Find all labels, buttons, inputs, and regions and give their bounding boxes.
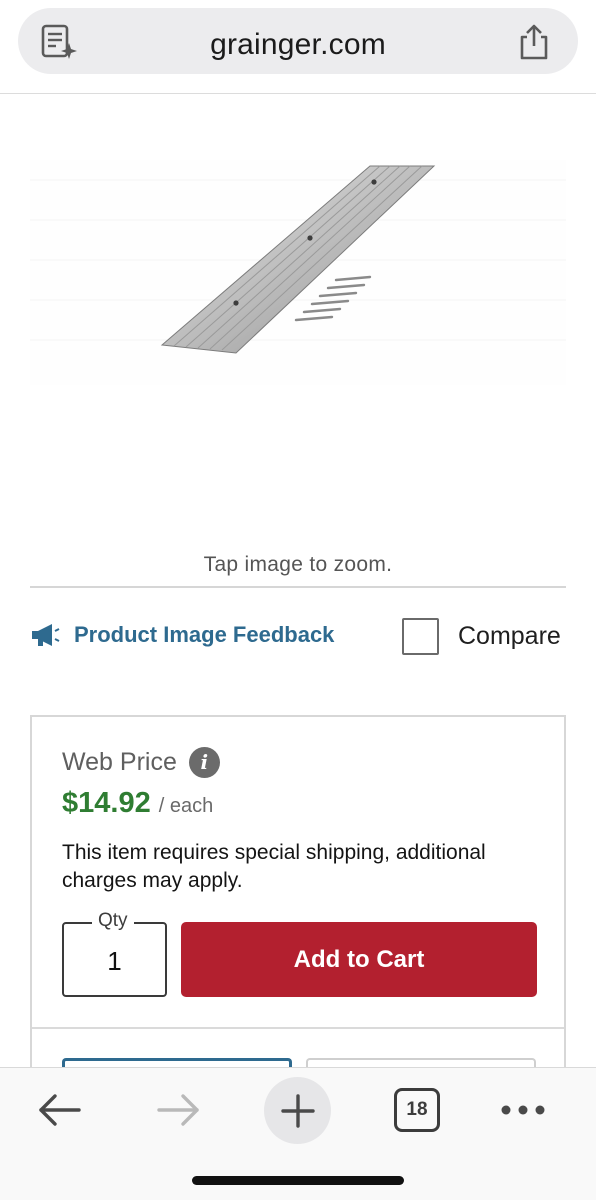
zoom-hint: Tap image to zoom. — [203, 553, 393, 576]
address-bar[interactable]: grainger.com — [18, 8, 578, 74]
price-row: $14.92 / each — [62, 787, 213, 820]
product-image[interactable] — [30, 160, 566, 385]
tabs-icon[interactable]: 18 — [394, 1088, 440, 1132]
compare-label[interactable]: Compare — [458, 622, 561, 651]
shipping-note: This item requires special shipping, add… — [62, 841, 486, 892]
add-to-cart-button[interactable]: Add to Cart — [181, 922, 537, 997]
price-unit: / each — [158, 795, 214, 817]
web-price-row: Web Price i — [62, 747, 220, 778]
new-tab-button[interactable] — [264, 1077, 331, 1144]
quantity-value[interactable]: 1 — [64, 946, 165, 977]
info-icon[interactable]: i — [188, 747, 220, 778]
forward-button[interactable] — [154, 1088, 204, 1132]
share-icon[interactable] — [516, 23, 552, 61]
web-price-label: Web Price — [62, 748, 177, 776]
home-indicator — [192, 1176, 404, 1185]
quantity-label: Qty — [92, 910, 134, 932]
product-image-feedback-link[interactable]: Product Image Feedback — [30, 620, 334, 650]
megaphone-icon — [32, 624, 60, 646]
forward-icon — [157, 1094, 199, 1126]
back-icon — [39, 1094, 81, 1126]
compare-toggle[interactable]: Compare — [402, 617, 561, 655]
compare-checkbox[interactable] — [402, 617, 439, 655]
card-divider — [32, 1027, 564, 1029]
browser-top-bar: grainger.com — [0, 0, 596, 94]
quantity-field[interactable]: Qty 1 — [62, 910, 167, 997]
new-tab-icon — [280, 1093, 315, 1128]
price-value: $14.92 — [62, 787, 151, 819]
feedback-label[interactable]: Product Image Feedback — [74, 622, 334, 648]
more-button[interactable] — [498, 1088, 548, 1132]
more-icon — [501, 1105, 545, 1115]
transition-strip-illustration — [30, 165, 566, 354]
back-button[interactable] — [34, 1088, 84, 1132]
url-domain[interactable]: grainger.com — [18, 28, 578, 62]
divider — [30, 586, 566, 588]
